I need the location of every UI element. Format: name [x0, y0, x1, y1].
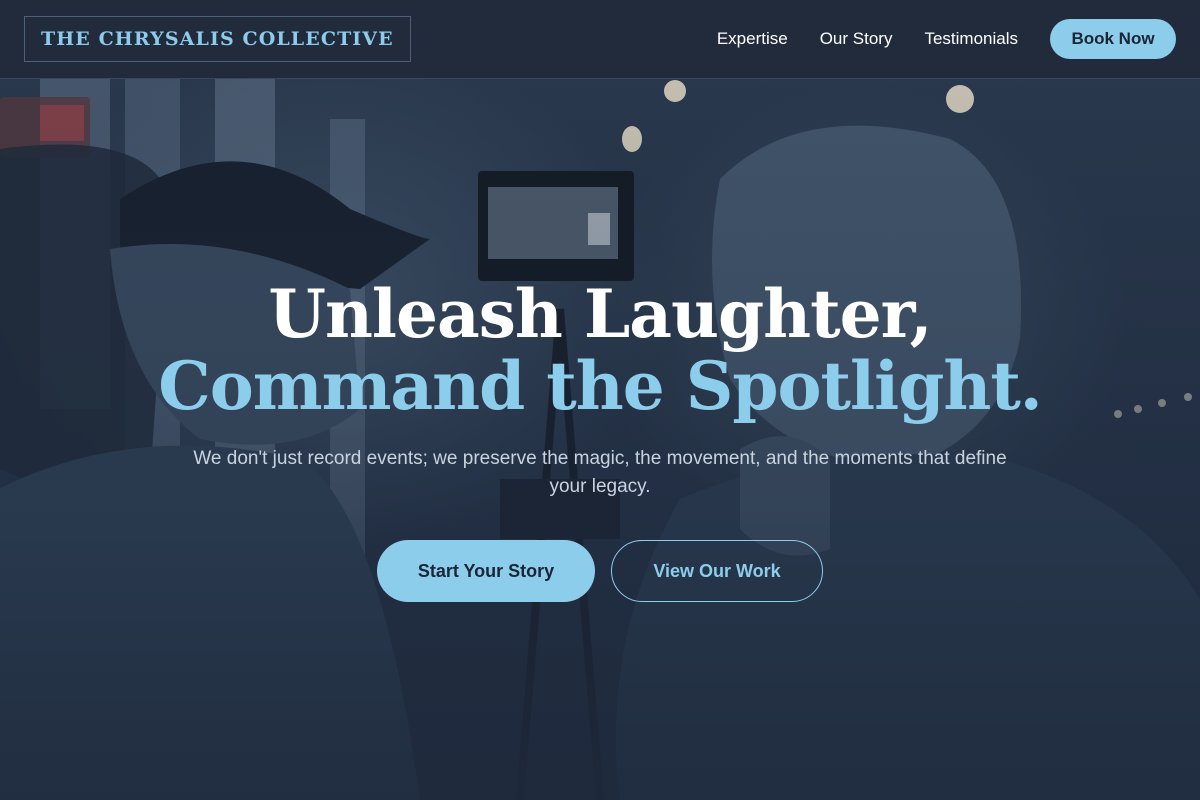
- book-now-button[interactable]: Book Now: [1050, 19, 1176, 59]
- nav-link-expertise[interactable]: Expertise: [717, 29, 788, 49]
- headline-line-2: Command the Spotlight.: [158, 347, 1043, 425]
- nav-link-testimonials[interactable]: Testimonials: [924, 29, 1018, 49]
- view-our-work-button[interactable]: View Our Work: [611, 540, 823, 602]
- brand-logo[interactable]: THE CHRYSALIS COLLECTIVE: [24, 16, 411, 62]
- nav-link-our-story[interactable]: Our Story: [820, 29, 893, 49]
- site-header: THE CHRYSALIS COLLECTIVE Expertise Our S…: [0, 0, 1200, 79]
- headline-line-1: Unleash Laughter,: [268, 275, 932, 353]
- hero-section: Unleash Laughter, Command the Spotlight.…: [0, 79, 1200, 800]
- main-nav: Expertise Our Story Testimonials Book No…: [685, 19, 1176, 59]
- brand-name: THE CHRYSALIS COLLECTIVE: [41, 28, 394, 50]
- hero-subtitle: We don't just record events; we preserve…: [193, 448, 1007, 497]
- hero-overlay: [0, 79, 1200, 800]
- start-your-story-button[interactable]: Start Your Story: [377, 540, 595, 602]
